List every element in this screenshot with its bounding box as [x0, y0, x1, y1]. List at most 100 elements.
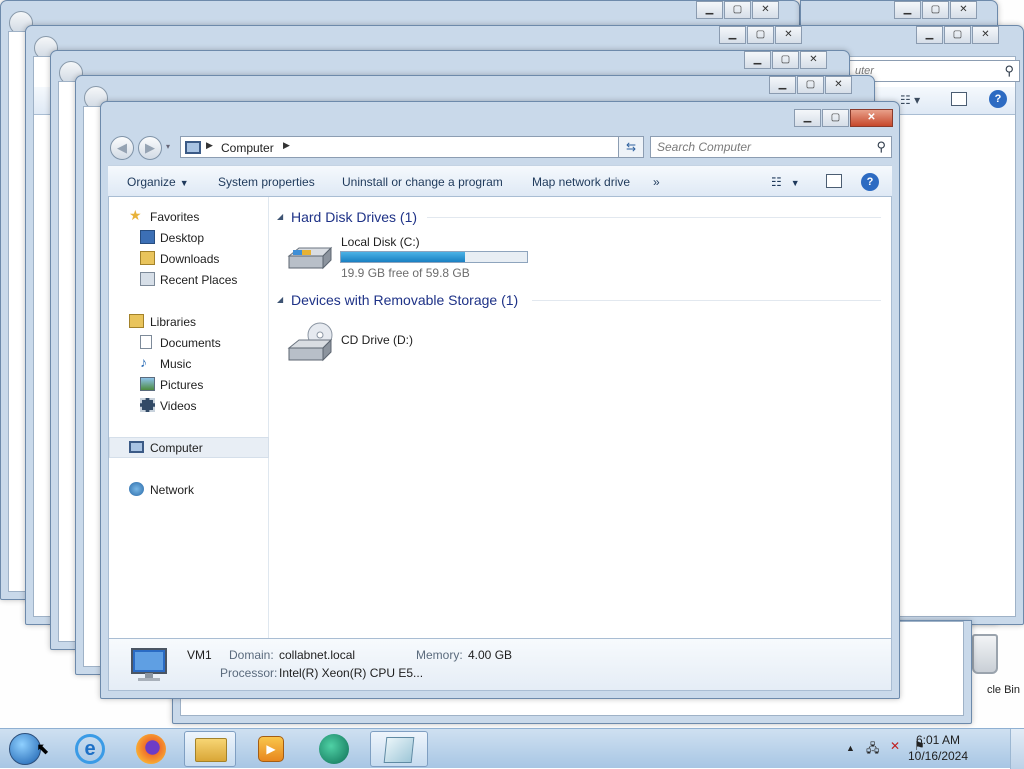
close-icon[interactable]: ✕ [825, 76, 852, 94]
firefox-icon [136, 734, 166, 764]
close-icon[interactable]: ✕ [775, 26, 802, 44]
group-removable-storage[interactable]: ◢ Devices with Removable Storage (1) [277, 290, 881, 310]
search-input[interactable] [651, 137, 861, 157]
search-box[interactable]: ⚲ [650, 136, 892, 158]
minimize-icon[interactable]: ▁ [696, 1, 723, 19]
navigation-bar: ◀ ▶ ▾ ▶ Computer ▶ ▼ ⇆ ⚲ [108, 132, 892, 164]
organize-button[interactable]: Organize ▼ [127, 175, 189, 189]
group-divider [427, 217, 881, 218]
taskbar-firefox[interactable] [125, 731, 177, 767]
minimize-icon[interactable]: ▁ [719, 26, 746, 44]
maximize-icon[interactable]: ▢ [822, 109, 849, 127]
search-icon[interactable]: ⚲ [876, 139, 886, 155]
nav-network[interactable]: Network [109, 479, 269, 500]
refresh-button[interactable]: ⇆ [618, 136, 644, 158]
content-pane[interactable]: ◢ Hard Disk Drives (1) Local Disk (C:) 1… [269, 197, 891, 638]
collapse-triangle-icon[interactable]: ◢ [277, 212, 283, 221]
nav-favorites-label: Favorites [150, 210, 200, 224]
caption-buttons-bg4: ▁ ▢ ✕ [743, 51, 827, 71]
maximize-icon[interactable]: ▢ [922, 1, 949, 19]
address-bar[interactable]: ▶ Computer ▶ ▼ [180, 136, 644, 158]
close-icon[interactable]: ✕ [752, 1, 779, 19]
maximize-icon[interactable]: ▢ [772, 51, 799, 69]
nav-pictures-label: Pictures [160, 378, 204, 392]
show-hidden-icons-chevron-icon[interactable]: ▲ [846, 743, 855, 753]
music-note-icon: ♪ [140, 354, 147, 370]
maximize-icon[interactable]: ▢ [724, 1, 751, 19]
nav-videos-label: Videos [160, 399, 197, 413]
pictures-icon [140, 377, 155, 391]
taskbar-active-window[interactable] [370, 731, 428, 767]
chevron-down-icon: ▼ [790, 178, 800, 188]
drive-c-free-space: 19.9 GB free of 59.8 GB [341, 266, 470, 280]
minimize-icon[interactable]: ▁ [769, 76, 796, 94]
nav-favorites[interactable]: ★ Favorites [109, 206, 269, 227]
preview-pane-icon[interactable] [826, 174, 842, 188]
drive-d-name: CD Drive (D:) [341, 333, 413, 347]
taskbar-media-player[interactable]: ▶ [246, 731, 298, 767]
group-hard-disk-drives[interactable]: ◢ Hard Disk Drives (1) [277, 207, 881, 227]
clock[interactable]: 6:01 AM 10/16/2024 [898, 732, 978, 764]
computer-icon [129, 441, 144, 453]
computer-monitor-icon [129, 647, 169, 681]
close-icon[interactable]: ✕ [800, 51, 827, 69]
preview-pane-icon[interactable] [951, 92, 967, 106]
nav-documents[interactable]: Documents [109, 332, 269, 353]
nav-desktop[interactable]: Desktop [109, 227, 269, 248]
desktop: cle Bin ▁ ▢ ✕ ▁ ▢ ✕ ▁ ▢ ✕ ▁ ▢ ✕ uter ⚲ ☷… [0, 0, 1024, 728]
minimize-icon[interactable]: ▁ [894, 1, 921, 19]
title-bar[interactable]: ▁ ▢ ✕ [101, 102, 899, 132]
maximize-icon[interactable]: ▢ [747, 26, 774, 44]
system-properties-button[interactable]: System properties [218, 175, 315, 189]
nav-music[interactable]: ♪ Music [109, 353, 269, 374]
computer-name: VM1 [187, 648, 212, 662]
nav-downloads-label: Downloads [160, 252, 220, 266]
group-divider [532, 300, 881, 301]
drive-cd-d[interactable]: CD Drive (D:) [269, 317, 469, 367]
help-icon[interactable]: ? [989, 90, 1007, 108]
taskbar-app[interactable] [308, 731, 360, 767]
forward-button[interactable]: ▶ [138, 136, 162, 160]
view-options-icon[interactable]: ☷ ▾ [900, 93, 920, 107]
minimize-icon[interactable]: ▁ [916, 26, 943, 44]
nav-computer[interactable]: Computer [109, 437, 269, 458]
media-player-icon: ▶ [258, 736, 284, 762]
taskbar-internet-explorer[interactable]: e [64, 731, 116, 767]
nav-recent-places[interactable]: Recent Places [109, 269, 269, 290]
navigation-pane[interactable]: ★ Favorites Desktop Downloads Recent Pla… [109, 197, 269, 638]
drive-local-disk-c[interactable]: Local Disk (C:) 19.9 GB free of 59.8 GB [269, 232, 529, 282]
close-icon[interactable]: ✕ [850, 109, 893, 127]
breadcrumb-separator-icon[interactable]: ▶ [206, 140, 213, 151]
uninstall-program-button[interactable]: Uninstall or change a program [342, 175, 503, 189]
more-commands-button[interactable]: » [653, 175, 660, 189]
cd-drive-icon [287, 320, 333, 364]
maximize-icon[interactable]: ▢ [797, 76, 824, 94]
address-computer[interactable]: Computer [221, 141, 274, 155]
details-pane: VM1 Domain: collabnet.local Memory: 4.00… [108, 638, 892, 691]
close-icon[interactable]: ✕ [972, 26, 999, 44]
help-icon[interactable]: ? [861, 173, 879, 191]
taskbar-windows-explorer[interactable] [184, 731, 236, 767]
refresh-icon: ⇆ [625, 140, 637, 154]
maximize-icon[interactable]: ▢ [944, 26, 971, 44]
change-view-button[interactable]: ☷ ▼ [771, 175, 800, 189]
collapse-triangle-icon[interactable]: ◢ [277, 295, 283, 304]
map-network-drive-button[interactable]: Map network drive [532, 175, 630, 189]
nav-pictures[interactable]: Pictures [109, 374, 269, 395]
group-removable-storage-label: Devices with Removable Storage (1) [291, 292, 519, 308]
close-icon[interactable]: ✕ [950, 1, 977, 19]
app-icon [319, 734, 349, 764]
minimize-icon[interactable]: ▁ [744, 51, 771, 69]
network-tray-icon[interactable]: 🖧 [866, 739, 879, 760]
back-button[interactable]: ◀ [110, 136, 134, 160]
nav-downloads[interactable]: Downloads [109, 248, 269, 269]
nav-videos[interactable]: Videos [109, 395, 269, 416]
computer-window[interactable]: ▁ ▢ ✕ ◀ ▶ ▾ ▶ Computer ▶ ▼ ⇆ ⚲ Organize [100, 101, 900, 699]
recent-pages-chevron-icon[interactable]: ▾ [166, 142, 170, 151]
breadcrumb-chevron-icon[interactable]: ▶ [283, 140, 290, 151]
show-desktop-button[interactable] [1010, 729, 1024, 769]
drive-c-usage-fill [341, 252, 466, 262]
start-button[interactable]: ⬉ [2, 731, 50, 767]
minimize-icon[interactable]: ▁ [794, 109, 821, 127]
nav-libraries[interactable]: Libraries [109, 311, 269, 332]
